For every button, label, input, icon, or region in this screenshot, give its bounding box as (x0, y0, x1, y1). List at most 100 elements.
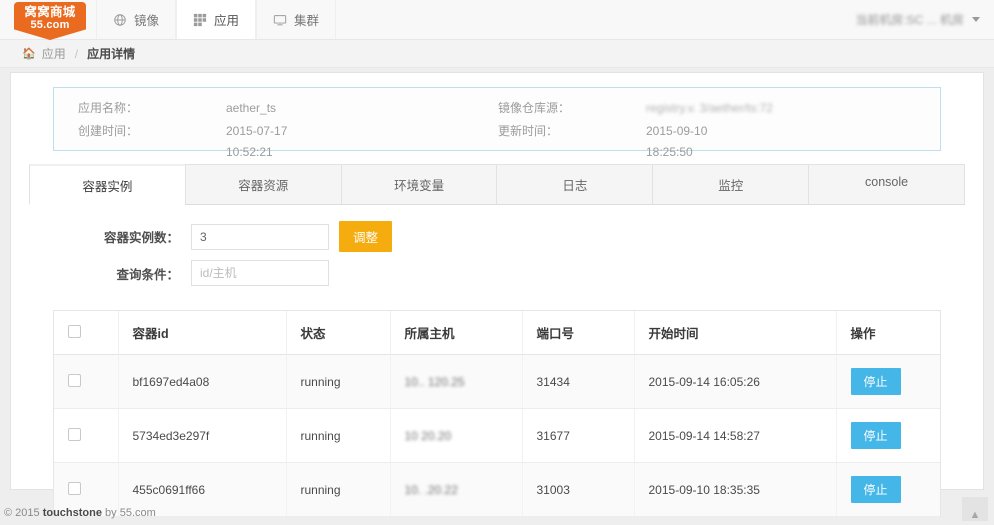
query-label: 查询条件： (116, 267, 179, 282)
nav-item-apps-label: 应用 (214, 14, 240, 28)
monitor-icon (273, 13, 287, 27)
app-name-value: aether_ts (226, 101, 277, 115)
nav-item-cluster-label: 集群 (294, 14, 320, 28)
table-head: 容器id 状态 所属主机 端口号 开始时间 操作 (54, 311, 940, 355)
site-logo[interactable]: 窝窝商城 55.com (14, 2, 86, 40)
header-container-id: 容器id (118, 311, 287, 355)
tab-monitoring[interactable]: 监控 (652, 164, 809, 204)
stop-button[interactable]: 停止 (850, 422, 901, 449)
top-navbar: 窝窝商城 55.com 镜像 应用 集群 当前机房:SC ... 机房 (0, 0, 994, 40)
tab-logs[interactable]: 日志 (496, 164, 653, 204)
created-time-label: 创建时间： (78, 124, 139, 138)
updated-date: 2015-09-10 (646, 124, 708, 138)
footer-suffix: by 55.com (101, 507, 156, 519)
datacenter-selector[interactable]: 当前机房:SC ... 机房 (855, 0, 994, 39)
cell-start-time: 2015-09-10 18:35:35 (634, 462, 837, 517)
instances-label: 容器实例数： (103, 231, 179, 245)
cell-host: 10. .20.22 (390, 462, 523, 517)
cell-action: 停止 (836, 408, 940, 463)
logo-line-1: 窝窝商城 (24, 5, 76, 19)
row-checkbox-cell (54, 354, 119, 409)
row-checkbox[interactable] (68, 427, 81, 441)
header-state: 状态 (286, 311, 391, 355)
cell-state: running (286, 354, 391, 409)
header-actions: 操作 (836, 311, 940, 355)
stop-button[interactable]: 停止 (850, 368, 901, 395)
app-info-panel: 应用名称： aether_ts 镜像仓库源： registry.v. 3/aet… (53, 87, 941, 159)
cell-host: 10 20.20 (390, 408, 523, 463)
footer: © 2015 touchstone by 55.com (0, 507, 156, 519)
updated-time-value: 2015-09-10 18:25:50 (646, 121, 940, 163)
row-checkbox-cell (54, 408, 119, 463)
cell-start-time: 2015-09-14 14:58:27 (634, 408, 837, 463)
breadcrumb-parent[interactable]: 应用 (42, 45, 66, 62)
breadcrumb-current: 应用详情 (87, 47, 136, 61)
adjust-button[interactable]: 调整 (339, 221, 393, 252)
nav-item-cluster[interactable]: 集群 (256, 0, 337, 39)
table-header-row: 容器id 状态 所属主机 端口号 开始时间 操作 (54, 311, 940, 355)
app-name-label: 应用名称： (78, 101, 139, 115)
instances-input[interactable] (191, 223, 329, 250)
cell-state: running (286, 408, 391, 463)
cell-action: 停止 (836, 354, 940, 409)
table-body: bf1697ed4a08 running 10.. 120.25 31434 2… (54, 354, 940, 517)
datacenter-label: 当前机房:SC ... 机房 (855, 13, 964, 27)
query-row: 查询条件： (11, 260, 983, 286)
header-select-all (54, 311, 119, 355)
cell-port: 31677 (522, 408, 635, 463)
table-row: 5734ed3e297f running 10 20.20 31677 2015… (54, 408, 940, 463)
header-port: 端口号 (522, 311, 635, 355)
detail-tabs: 容器实例 容器资源 环境变量 日志 监控 console (29, 164, 965, 205)
chevron-down-icon (972, 17, 980, 22)
app-info-grid: 应用名称： aether_ts 镜像仓库源： registry.v. 3/aet… (54, 98, 940, 163)
breadcrumb: 🏠 应用 / 应用详情 (0, 40, 994, 68)
row-checkbox[interactable] (68, 481, 81, 495)
registry-value: registry.v. 3/aether/ts:72 (646, 101, 773, 115)
scroll-to-top-button[interactable]: ▲ (962, 497, 988, 521)
cell-container-id: bf1697ed4a08 (118, 354, 287, 409)
tab-container-instances[interactable]: 容器实例 (29, 164, 185, 205)
created-time-value: 2015-07-17 10:52:21 (226, 121, 498, 163)
cell-start-time: 2015-09-14 16:05:26 (634, 354, 837, 409)
header-host: 所属主机 (390, 311, 523, 355)
breadcrumb-separator: / (74, 46, 79, 61)
apps-grid-icon (193, 13, 207, 27)
tab-environment-variables[interactable]: 环境变量 (340, 164, 497, 204)
cell-action: 停止 (836, 462, 940, 517)
logo-line-2: 55.com (30, 19, 70, 31)
nav-item-images-label: 镜像 (134, 14, 160, 28)
chevron-up-icon: ▲ (969, 509, 981, 521)
footer-prefix: © 2015 (4, 507, 43, 519)
table-row: bf1697ed4a08 running 10.. 120.25 31434 2… (54, 354, 940, 409)
instances-table-wrap: 容器id 状态 所属主机 端口号 开始时间 操作 bf1697ed4a08 ru… (53, 310, 941, 517)
cell-host: 10.. 120.25 (390, 354, 523, 409)
created-date: 2015-07-17 (226, 124, 288, 138)
table-row: 455c0691ff66 running 10. .20.22 31003 20… (54, 462, 940, 517)
row-checkbox[interactable] (68, 373, 81, 387)
home-icon[interactable]: 🏠 (22, 47, 36, 60)
main-content-card: 应用名称： aether_ts 镜像仓库源： registry.v. 3/aet… (10, 72, 984, 517)
header-start-time: 开始时间 (634, 311, 837, 355)
nav-item-images[interactable]: 镜像 (96, 0, 177, 39)
select-all-checkbox[interactable] (68, 324, 81, 338)
registry-label: 镜像仓库源： (498, 101, 571, 115)
cell-port: 31434 (522, 354, 635, 409)
nav-item-apps[interactable]: 应用 (176, 0, 257, 39)
cell-state: running (286, 462, 391, 517)
created-clock: 10:52:21 (226, 145, 273, 159)
instances-row: 容器实例数： 调整 (11, 221, 983, 252)
nav-items: 镜像 应用 集群 (96, 0, 337, 39)
page-root: 窝窝商城 55.com 镜像 应用 集群 当前机房:SC ... 机房 🏠 应用… (0, 0, 994, 525)
updated-clock: 18:25:50 (646, 145, 693, 159)
query-input[interactable] (191, 260, 329, 286)
tab-container-resources[interactable]: 容器资源 (184, 164, 341, 204)
updated-time-label: 更新时间： (498, 124, 559, 138)
cell-port: 31003 (522, 462, 635, 517)
tab-console[interactable]: console (808, 164, 965, 204)
footer-brand: touchstone (42, 507, 102, 519)
globe-icon (113, 13, 127, 27)
instance-form: 容器实例数： 调整 查询条件： (11, 205, 983, 300)
instances-table: 容器id 状态 所属主机 端口号 开始时间 操作 bf1697ed4a08 ru… (54, 311, 940, 517)
cell-container-id: 5734ed3e297f (118, 408, 287, 463)
stop-button[interactable]: 停止 (850, 476, 901, 503)
